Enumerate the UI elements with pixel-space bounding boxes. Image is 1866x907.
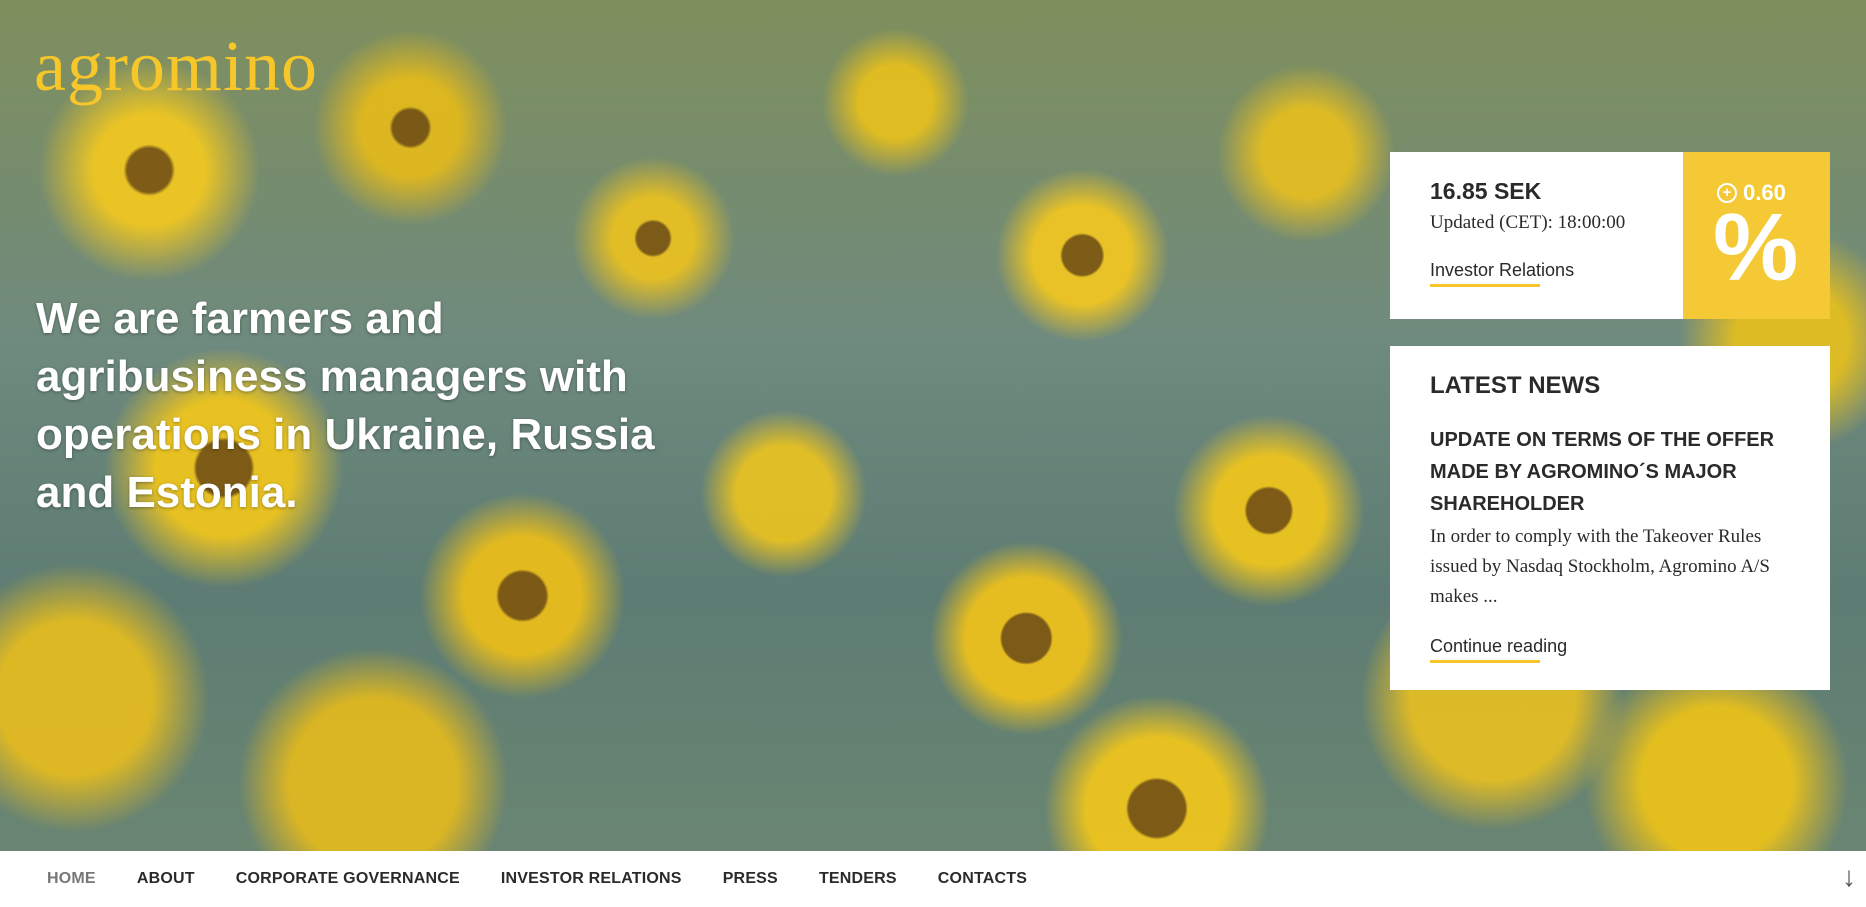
investor-relations-link[interactable]: Investor Relations [1430,260,1574,287]
news-excerpt: In order to comply with the Takeover Rul… [1430,526,1770,607]
stock-updated-time: Updated (CET): 18:00:00 [1430,212,1626,233]
latest-news-card: LATEST NEWS UPDATE ON TERMS OF THE OFFER… [1390,346,1830,690]
main-navigation: HOME ABOUT CORPORATE GOVERNANCE INVESTOR… [0,851,1866,907]
news-heading: LATEST NEWS [1430,372,1601,399]
nav-item-contacts[interactable]: CONTACTS [938,870,1027,888]
news-title[interactable]: UPDATE ON TERMS OF THE OFFER MADE BY AGR… [1430,424,1790,520]
continue-reading-link[interactable]: Continue reading [1430,636,1567,663]
nav-item-tenders[interactable]: TENDERS [819,870,897,888]
hero-tagline: We are farmers and agribusiness managers… [36,294,655,517]
nav-item-press[interactable]: PRESS [723,870,778,888]
nav-item-corporate-governance[interactable]: CORPORATE GOVERNANCE [236,870,460,888]
stock-price: 16.85 SEK [1430,178,1542,204]
down-arrow-icon[interactable]: ↓ [1842,861,1856,893]
nav-item-home[interactable]: HOME [47,870,96,888]
stock-change-box: + 0.60 % [1683,152,1830,319]
nav-item-about[interactable]: ABOUT [137,870,195,888]
percent-icon: % [1713,194,1799,301]
stock-card: 16.85 SEK Updated (CET): 18:00:00 Invest… [1390,152,1830,319]
agromino-logo[interactable]: agromino [34,30,318,102]
nav-item-investor-relations[interactable]: INVESTOR RELATIONS [501,870,682,888]
